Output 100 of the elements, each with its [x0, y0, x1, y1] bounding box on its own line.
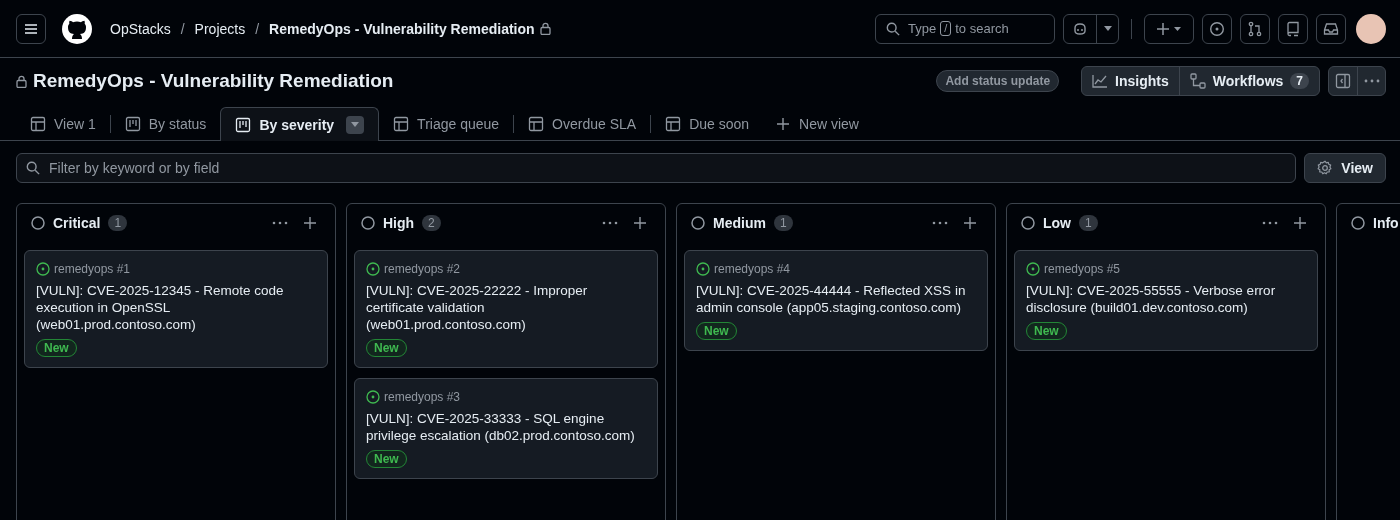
- shortcut-key: /: [940, 21, 952, 36]
- plus-caret-icon: [1156, 21, 1182, 36]
- issue-card[interactable]: remedyops #5 [VULN]: CVE-2025-55555 - Verbose error disclosure (build01.dev.contoso.com) New: [1014, 250, 1318, 351]
- issues-button[interactable]: [1202, 13, 1232, 44]
- view-tab[interactable]: Due soon: [651, 108, 764, 140]
- search-hint: Type: [908, 21, 937, 36]
- column-title: Critical: [53, 215, 101, 231]
- status-circle-icon: [691, 216, 705, 230]
- filter-field[interactable]: Filter by keyword or by field: [16, 153, 1297, 183]
- workflow-icon: [1189, 73, 1206, 89]
- tab-label: Triage queue: [417, 116, 500, 132]
- workflows-button[interactable]: Workflows 7: [1178, 67, 1319, 95]
- table-icon: [528, 116, 545, 132]
- open-issue-icon: [366, 390, 380, 404]
- status-label: New: [1026, 322, 1067, 340]
- breadcrumb-separator: /: [255, 20, 260, 37]
- issue-reference: remedyops #1: [54, 262, 131, 276]
- chart-icon: [1092, 74, 1109, 88]
- search-field[interactable]: Type / to search: [875, 13, 1055, 44]
- open-issue-icon: [366, 262, 380, 276]
- item-count: 1: [1079, 215, 1098, 231]
- view-tab[interactable]: By status: [110, 108, 221, 140]
- insights-button[interactable]: Insights: [1082, 67, 1179, 95]
- column-title: Low: [1043, 215, 1071, 231]
- menu-button[interactable]: [16, 13, 46, 44]
- plus-icon: [1294, 217, 1306, 229]
- ellipsis-icon: [1262, 221, 1278, 225]
- view-options-button[interactable]: [346, 115, 365, 134]
- open-issue-icon: [36, 262, 50, 276]
- status-label: New: [36, 339, 77, 357]
- tab-label: By status: [148, 116, 207, 132]
- ellipsis-icon: [932, 221, 948, 225]
- view-tab[interactable]: View 1: [16, 108, 110, 140]
- workflows-count: 7: [1290, 73, 1309, 89]
- plus-icon: [634, 217, 646, 229]
- tab-label: View 1: [54, 116, 96, 132]
- breadcrumb-separator: /: [180, 20, 185, 37]
- status-circle-icon: [361, 216, 375, 230]
- view-tab[interactable]: Overdue SLA: [514, 108, 651, 140]
- item-count: 1: [773, 215, 793, 231]
- view-tab[interactable]: Triage queue: [379, 108, 514, 140]
- status-circle-icon: [31, 216, 45, 230]
- caret-icon: [1103, 26, 1112, 31]
- avatar[interactable]: [1356, 13, 1386, 44]
- breadcrumb-link[interactable]: RemedyOps - Vulnerability Remediation: [269, 20, 535, 37]
- search-icon: [886, 21, 900, 36]
- breadcrumb-link[interactable]: Projects: [194, 20, 246, 37]
- inbox-icon: [1323, 20, 1339, 37]
- issue-reference: remedyops #5: [1044, 262, 1121, 276]
- issue-reference: remedyops #3: [384, 390, 461, 404]
- column-title: High: [383, 215, 415, 231]
- open-issue-icon: [1026, 262, 1040, 276]
- issue-title[interactable]: [VULN]: CVE-2025-44444 - Reflected XSS in admin console (app05.staging.contoso.com): [696, 282, 976, 316]
- table-icon: [393, 116, 410, 132]
- table-icon: [30, 116, 46, 132]
- issue-title[interactable]: [VULN]: CVE-2025-33333 - SQL engine privilege escalation (db02.prod.contoso.com): [366, 410, 646, 444]
- octocat-logo-icon[interactable]: [62, 13, 92, 44]
- tab-label: Overdue SLA: [552, 116, 637, 132]
- issue-card[interactable]: remedyops #1 [VULN]: CVE-2025-12345 - Remote code execution in OpenSSL (web01.prod.contoso.com) New: [24, 250, 328, 368]
- ellipsis-icon: [602, 221, 618, 225]
- ellipsis-icon: [1363, 79, 1380, 83]
- inbox-button[interactable]: [1316, 13, 1346, 44]
- status-circle-icon: [1351, 216, 1365, 230]
- issue-title[interactable]: [VULN]: CVE-2025-12345 - Remote code execution in OpenSSL (web01.prod.contoso.com): [36, 282, 316, 333]
- tab-label: Due soon: [689, 116, 750, 132]
- robot-face-icon: [1072, 20, 1088, 37]
- item-count: 1: [108, 215, 128, 231]
- board-icon: [124, 116, 141, 132]
- issue-card[interactable]: remedyops #4 [VULN]: CVE-2025-44444 - Reflected XSS in admin console (app05.staging.contoso.com) New: [684, 250, 988, 351]
- new-view-button[interactable]: New view: [763, 108, 873, 140]
- column-title: Info: [1373, 215, 1399, 231]
- add-status-update-button[interactable]: Add status update: [936, 70, 1060, 92]
- issue-card[interactable]: remedyops #2 [VULN]: CVE-2025-22222 - Improper certificate validation (web01.prod.contoso.com) New: [354, 250, 658, 368]
- column-title: Medium: [713, 215, 766, 231]
- view-tab[interactable]: By severity: [220, 107, 380, 141]
- board-icon: [235, 116, 252, 133]
- status-label: New: [696, 322, 737, 340]
- pull-request-icon: [1247, 20, 1263, 37]
- view-settings-button[interactable]: View: [1304, 153, 1386, 183]
- issue-card[interactable]: remedyops #3 [VULN]: CVE-2025-33333 - SQL engine privilege escalation (db02.prod.contoso.com) New: [354, 378, 658, 479]
- repositories-button[interactable]: [1278, 13, 1308, 44]
- issue-circle-icon: [1209, 20, 1225, 37]
- issue-title[interactable]: [VULN]: CVE-2025-55555 - Verbose error disclosure (build01.dev.contoso.com): [1026, 282, 1306, 316]
- caret-icon: [351, 122, 360, 127]
- search-hint: to search: [955, 21, 1009, 36]
- issue-title[interactable]: [VULN]: CVE-2025-22222 - Improper certificate validation (web01.prod.contoso.com): [366, 282, 646, 333]
- breadcrumb-link[interactable]: OpStacks: [110, 20, 171, 37]
- pull-requests-button[interactable]: [1240, 13, 1270, 44]
- create-button[interactable]: [1144, 13, 1194, 44]
- issue-reference: remedyops #4: [714, 262, 791, 276]
- ellipsis-icon: [272, 221, 288, 225]
- open-issue-icon: [696, 262, 710, 276]
- status-circle-icon: [1021, 216, 1035, 230]
- table-icon: [665, 116, 682, 132]
- plus-icon: [304, 217, 316, 229]
- tab-label: By severity: [259, 116, 335, 133]
- settings-icon: [1317, 160, 1334, 176]
- plus-icon: [964, 217, 976, 229]
- plus-icon: [777, 118, 790, 130]
- status-label: New: [366, 450, 407, 468]
